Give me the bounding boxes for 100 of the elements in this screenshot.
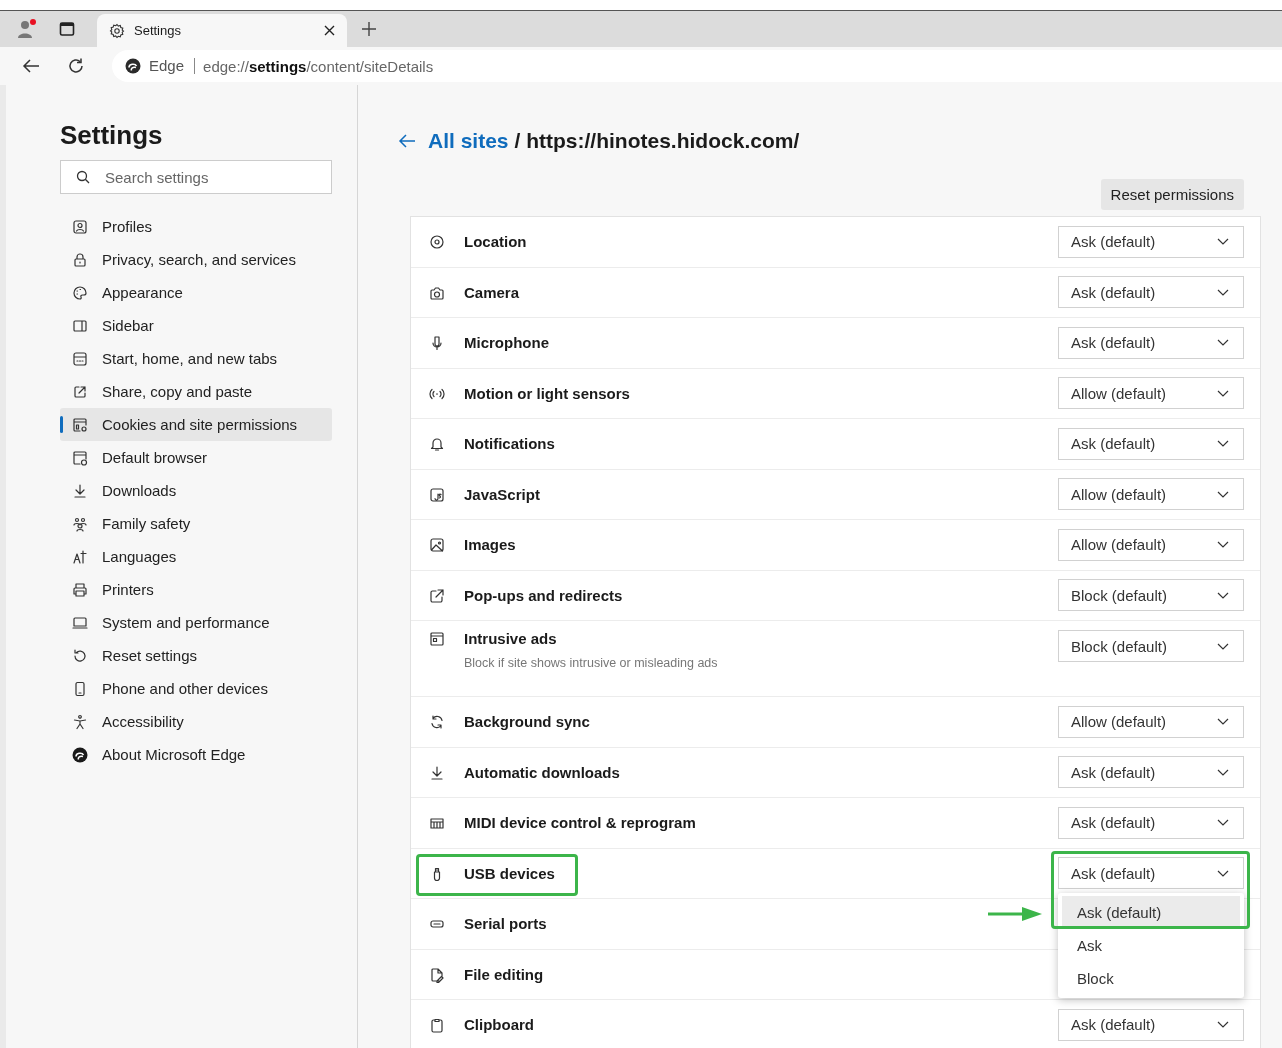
- sidebar-item[interactable]: Privacy, search, and services: [60, 243, 332, 276]
- back-icon[interactable]: [22, 58, 40, 74]
- popup-icon: [429, 587, 445, 604]
- sync-icon: [429, 714, 445, 731]
- permission-dropdown[interactable]: Block (default): [1058, 579, 1244, 612]
- printer-icon: [72, 581, 88, 598]
- site-label: Edge: [149, 58, 196, 74]
- permission-label: Pop-ups and redirects: [464, 586, 623, 604]
- permission-label: Location: [464, 233, 527, 251]
- permission-label: Images: [464, 536, 516, 554]
- sidebar-item[interactable]: Default browser: [60, 441, 332, 474]
- clipboard-icon: [429, 1017, 445, 1034]
- chevron-down-icon: [1217, 642, 1229, 650]
- reset-icon: [72, 647, 88, 664]
- sidebar-item[interactable]: Printers: [60, 573, 332, 606]
- tab-title: Settings: [134, 23, 182, 38]
- address-field[interactable]: Edge edge://settings/content/siteDetails: [112, 50, 1282, 82]
- browser-tab[interactable]: Settings: [97, 14, 347, 47]
- chevron-down-icon: [1217, 768, 1229, 776]
- script-icon: [429, 486, 445, 503]
- permission-dropdown[interactable]: Allow (default): [1058, 705, 1244, 738]
- keyboard-icon: [429, 815, 445, 832]
- all-sites-link[interactable]: All sites: [428, 129, 509, 153]
- chevron-down-icon: [1217, 591, 1229, 599]
- download-icon: [72, 482, 88, 499]
- permission-label: Notifications: [464, 435, 555, 453]
- phone-icon: [72, 680, 88, 697]
- permission-label: Intrusive ads: [464, 630, 558, 647]
- chevron-down-icon: [1217, 389, 1229, 397]
- permission-dropdown[interactable]: Allow (default): [1058, 478, 1244, 511]
- location-icon: [429, 234, 445, 251]
- permission-dropdown[interactable]: Ask (default): [1058, 326, 1244, 359]
- sidebar-item[interactable]: Sidebar: [60, 309, 332, 342]
- settings-icon: [109, 22, 125, 39]
- ad-icon: [429, 631, 445, 647]
- edge-logo-icon: [125, 58, 141, 74]
- permission-label: Background sync: [464, 713, 590, 731]
- settings-title: Settings: [60, 120, 164, 152]
- sidebar-item[interactable]: Start, home, and new tabs: [60, 342, 332, 375]
- chevron-down-icon: [1217, 819, 1229, 827]
- browser-icon: [72, 449, 88, 466]
- permission-dropdown[interactable]: Ask (default): [1058, 756, 1244, 789]
- pointer-arrow: [988, 907, 1042, 922]
- new-tab-icon[interactable]: [361, 21, 377, 37]
- permission-label: MIDI device control & reprogram: [464, 814, 696, 832]
- download-icon: [429, 764, 445, 781]
- permission-dropdown[interactable]: Ask (default): [1058, 427, 1244, 460]
- permission-dropdown[interactable]: Ask (default): [1058, 225, 1244, 258]
- permission-dropdown[interactable]: Block (default): [1058, 630, 1244, 662]
- refresh-icon[interactable]: [67, 57, 85, 75]
- chevron-down-icon: [1217, 541, 1229, 549]
- accessibility-icon: [72, 713, 88, 730]
- back-arrow-icon[interactable]: [398, 133, 416, 149]
- permission-label: JavaScript: [464, 485, 540, 503]
- permission-dropdown[interactable]: Ask (default): [1058, 857, 1244, 890]
- sidebar-item[interactable]: Phone and other devices: [60, 672, 332, 705]
- sidebar-item[interactable]: System and performance: [60, 606, 332, 639]
- close-icon[interactable]: [324, 25, 335, 36]
- permission-label: Microphone: [464, 334, 549, 352]
- search-field[interactable]: Search settings: [60, 160, 332, 194]
- sidebar-item[interactable]: Profiles: [60, 210, 332, 243]
- chevron-down-icon: [1217, 339, 1229, 347]
- permission-dropdown[interactable]: Allow (default): [1058, 377, 1244, 410]
- permission-dropdown[interactable]: Ask (default): [1058, 276, 1244, 309]
- permissions-icon: [72, 416, 88, 433]
- sidebar-item[interactable]: Languages: [60, 540, 332, 573]
- tab-actions-icon[interactable]: [59, 21, 75, 37]
- sidebar-item[interactable]: Reset settings: [60, 639, 332, 672]
- menu-option[interactable]: Block: [1062, 962, 1240, 996]
- microphone-icon: [429, 335, 445, 352]
- permission-label: Camera: [464, 283, 520, 301]
- permission-description: Block if site shows intrusive or misleading ads: [464, 656, 718, 670]
- sidebar-item[interactable]: Share, copy and paste: [60, 375, 332, 408]
- sidebar-item[interactable]: Accessibility: [60, 705, 332, 738]
- permission-dropdown[interactable]: Ask (default): [1058, 806, 1244, 839]
- file-edit-icon: [429, 966, 445, 983]
- permission-label: File editing: [464, 965, 544, 983]
- url-text: edge://settings/content/siteDetails: [203, 57, 434, 75]
- languages-icon: [72, 548, 88, 565]
- laptop-icon: [72, 614, 88, 631]
- menu-option[interactable]: Ask: [1062, 929, 1240, 963]
- edge-logo-icon: [72, 746, 88, 763]
- sidebar-item[interactable]: About Microsoft Edge: [60, 738, 332, 771]
- sidebar-item[interactable]: Downloads: [60, 474, 332, 507]
- sidebar-item[interactable]: Family safety: [60, 507, 332, 540]
- window-icon: [72, 350, 88, 367]
- permission-label: Motion or light sensors: [464, 384, 630, 402]
- chevron-down-icon: [1217, 288, 1229, 296]
- permission-dropdown[interactable]: Allow (default): [1058, 528, 1244, 561]
- sidebar-item[interactable]: Appearance: [60, 276, 332, 309]
- chevron-down-icon: [1217, 718, 1229, 726]
- chevron-down-icon: [1217, 869, 1229, 877]
- sidebar-icon: [72, 317, 88, 334]
- search-icon: [76, 170, 90, 184]
- profile-avatar-icon[interactable]: [17, 18, 37, 40]
- chevron-down-icon: [1217, 1021, 1229, 1029]
- reset-permissions-button[interactable]: Reset permissions: [1100, 179, 1244, 210]
- permission-dropdown[interactable]: Ask (default): [1058, 1008, 1244, 1041]
- bell-icon: [429, 436, 445, 453]
- sidebar-item[interactable]: Cookies and site permissions: [60, 408, 332, 441]
